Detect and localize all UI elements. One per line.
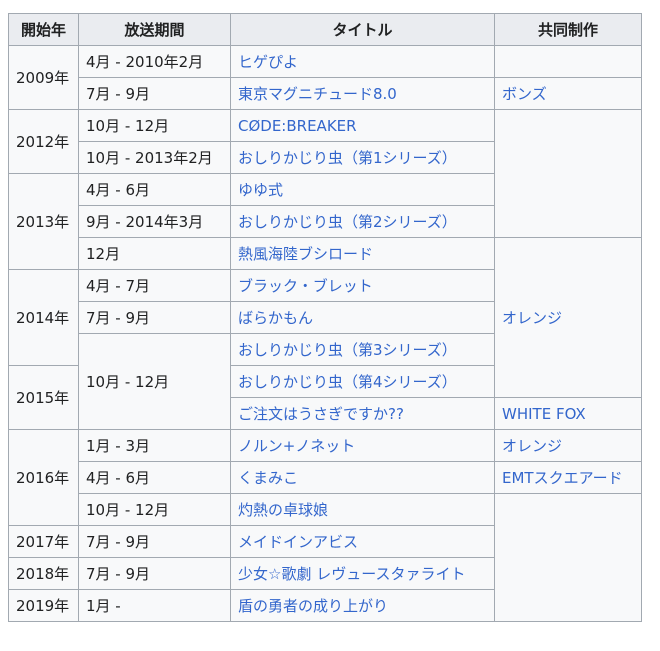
year-cell: 2014年 <box>8 269 79 366</box>
coproduction-link[interactable]: EMTスクエアード <box>502 469 623 487</box>
title-link[interactable]: おしりかじり虫（第1シリーズ） <box>238 149 457 167</box>
coproduction-link[interactable]: ボンズ <box>502 85 547 103</box>
coproduction-cell: EMTスクエアード <box>494 461 642 494</box>
year-cell: 2016年 <box>8 429 79 526</box>
header-broadcast-period[interactable]: 放送期間 <box>78 13 231 46</box>
title-cell: ノルン+ノネット <box>230 429 495 462</box>
period-cell: 10月 - 12月 <box>78 333 231 430</box>
title-link[interactable]: ご注文はうさぎですか?? <box>238 405 404 423</box>
title-link[interactable]: CØDE:BREAKER <box>238 117 357 135</box>
period-cell: 10月 - 12月 <box>78 109 231 142</box>
title-link[interactable]: 灼熱の卓球娘 <box>238 501 328 519</box>
coproduction-cell-empty <box>494 45 642 78</box>
period-cell: 12月 <box>78 237 231 270</box>
title-cell: 灼熱の卓球娘 <box>230 493 495 526</box>
title-link[interactable]: 東京マグニチュード8.0 <box>238 85 397 103</box>
title-link[interactable]: 盾の勇者の成り上がり <box>238 597 388 615</box>
header-start-year[interactable]: 開始年 <box>8 13 79 46</box>
table-row: 4月 - 6月 くまみこ EMTスクエアード <box>9 461 642 494</box>
coproduction-link[interactable]: オレンジ <box>502 437 562 455</box>
year-cell: 2019年 <box>8 589 79 622</box>
title-cell: 東京マグニチュード8.0 <box>230 77 495 110</box>
period-cell: 1月 - 3月 <box>78 429 231 462</box>
title-link[interactable]: 少女☆歌劇 レヴュースタァライト <box>238 565 465 583</box>
title-link[interactable]: ブラック・ブレット <box>238 277 373 295</box>
year-cell: 2017年 <box>8 525 79 558</box>
year-cell: 2013年 <box>8 173 79 270</box>
coproduction-cell-empty <box>494 493 642 622</box>
title-link[interactable]: ゆゆ式 <box>238 181 283 199</box>
period-cell: 7月 - 9月 <box>78 525 231 558</box>
period-cell: 7月 - 9月 <box>78 77 231 110</box>
table-header-row: 開始年 放送期間 タイトル 共同制作 <box>8 13 642 46</box>
year-cell: 2012年 <box>8 109 79 174</box>
period-cell: 7月 - 9月 <box>78 557 231 590</box>
period-cell: 10月 - 12月 <box>78 493 231 526</box>
title-cell: おしりかじり虫（第4シリーズ） <box>230 365 495 398</box>
title-link[interactable]: 熱風海陸ブシロード <box>238 245 373 263</box>
title-link[interactable]: おしりかじり虫（第3シリーズ） <box>238 341 457 359</box>
coproduction-cell-empty <box>494 109 642 238</box>
header-coproduction[interactable]: 共同制作 <box>494 13 642 46</box>
title-cell: おしりかじり虫（第2シリーズ） <box>230 205 495 238</box>
title-link[interactable]: くまみこ <box>238 469 298 487</box>
period-cell: 4月 - 2010年2月 <box>78 45 231 78</box>
title-link[interactable]: ヒゲぴよ <box>238 53 298 71</box>
period-cell: 1月 - <box>78 589 231 622</box>
title-cell: ヒゲぴよ <box>230 45 495 78</box>
period-cell: 4月 - 7月 <box>78 269 231 302</box>
header-title[interactable]: タイトル <box>230 13 495 46</box>
title-cell: ゆゆ式 <box>230 173 495 206</box>
title-cell: ブラック・ブレット <box>230 269 495 302</box>
coproduction-link[interactable]: オレンジ <box>502 309 562 327</box>
title-link[interactable]: おしりかじり虫（第2シリーズ） <box>238 213 457 231</box>
table-row: 10月 - 12月 灼熱の卓球娘 <box>9 493 642 622</box>
coproduction-cell: ボンズ <box>494 77 642 110</box>
period-cell: 7月 - 9月 <box>78 301 231 334</box>
coproduction-cell: WHITE FOX <box>494 397 642 430</box>
table-row: 12月 熱風海陸ブシロード オレンジ <box>9 237 642 398</box>
year-cell: 2015年 <box>8 365 79 430</box>
title-cell: ばらかもん <box>230 301 495 334</box>
period-cell: 9月 - 2014年3月 <box>78 205 231 238</box>
coproduction-cell: オレンジ <box>494 429 642 462</box>
period-cell: 4月 - 6月 <box>78 461 231 494</box>
year-cell: 2009年 <box>8 45 79 110</box>
anime-works-table: 開始年 放送期間 タイトル 共同制作 2009年 4月 - 2010年2月 ヒゲ… <box>8 13 642 622</box>
title-cell: おしりかじり虫（第3シリーズ） <box>230 333 495 366</box>
coproduction-cell: オレンジ <box>494 237 642 398</box>
title-cell: メイドインアビス <box>230 525 495 558</box>
title-cell: 少女☆歌劇 レヴュースタァライト <box>230 557 495 590</box>
table-row: 2016年 1月 - 3月 ノルン+ノネット オレンジ <box>8 429 642 526</box>
period-cell: 10月 - 2013年2月 <box>78 141 231 174</box>
title-cell: くまみこ <box>230 461 495 494</box>
title-link[interactable]: メイドインアビス <box>238 533 358 551</box>
title-link[interactable]: ノルン+ノネット <box>238 437 355 455</box>
title-link[interactable]: ばらかもん <box>238 309 313 327</box>
title-cell: CØDE:BREAKER <box>230 109 495 142</box>
table-row: 7月 - 9月 東京マグニチュード8.0 ボンズ <box>9 77 642 110</box>
title-link[interactable]: おしりかじり虫（第4シリーズ） <box>238 373 457 391</box>
title-cell: おしりかじり虫（第1シリーズ） <box>230 141 495 174</box>
title-cell: 盾の勇者の成り上がり <box>230 589 495 622</box>
table-row: 2012年 10月 - 12月 CØDE:BREAKER <box>8 109 642 238</box>
title-cell: 熱風海陸ブシロード <box>230 237 495 270</box>
table-row: 2009年 4月 - 2010年2月 ヒゲぴよ <box>8 45 642 110</box>
year-cell: 2018年 <box>8 557 79 590</box>
title-cell: ご注文はうさぎですか?? <box>230 397 495 430</box>
period-cell: 4月 - 6月 <box>78 173 231 206</box>
coproduction-link[interactable]: WHITE FOX <box>502 405 586 423</box>
